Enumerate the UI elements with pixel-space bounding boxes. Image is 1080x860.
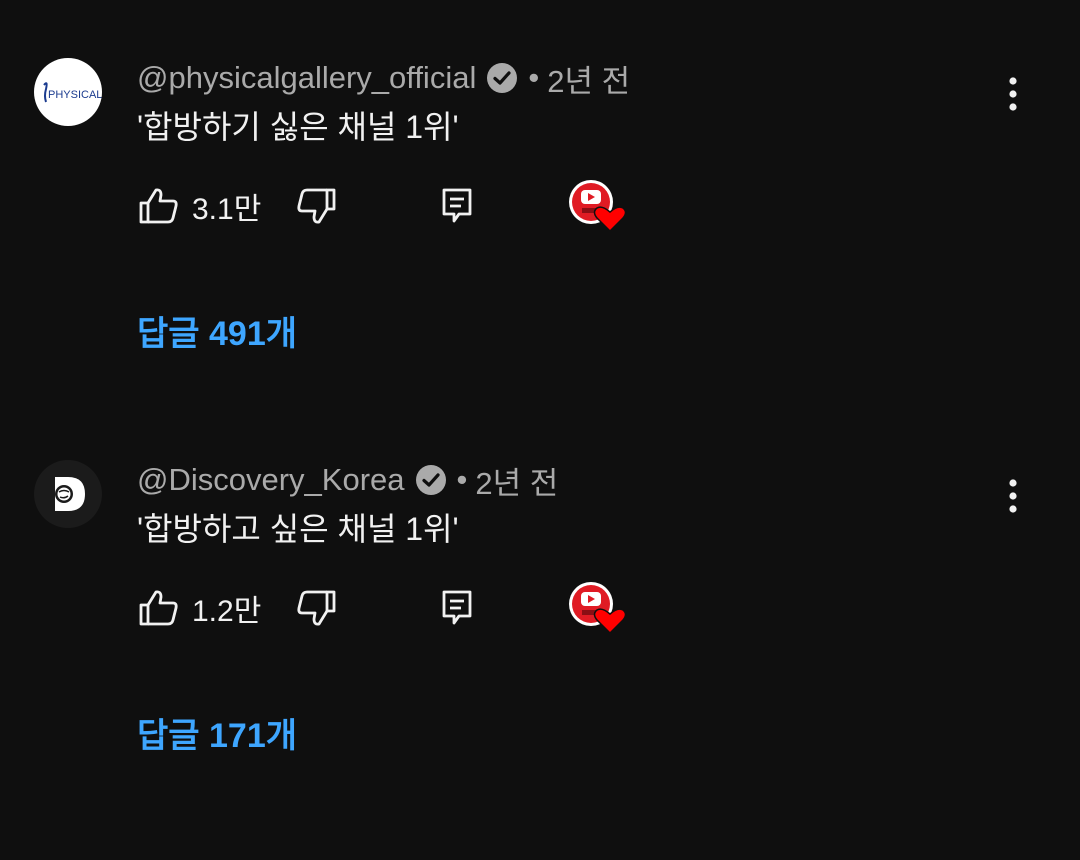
verified-check-icon xyxy=(486,62,518,94)
like-count: 3.1만 xyxy=(192,193,262,226)
discovery-logo: D xyxy=(34,460,85,511)
svg-text:D: D xyxy=(34,460,35,461)
thumbs-down-icon xyxy=(297,590,336,626)
comment-time[interactable]: 2년 전 xyxy=(547,56,630,101)
comment-thread: PHYSICAL @physicalgallery_official • 2년 … xyxy=(0,58,1080,458)
physical-gallery-logo: PHYSICAL xyxy=(43,82,102,103)
author-name[interactable]: @physicalgallery_official xyxy=(137,60,476,96)
more-vert-icon[interactable] xyxy=(996,72,1030,116)
more-vert-icon[interactable] xyxy=(996,474,1030,518)
reply-icon xyxy=(442,590,472,625)
verified-check-icon xyxy=(415,464,447,496)
author-name[interactable]: @Discovery_Korea xyxy=(137,462,405,498)
comment-text: '합방하고 싶은 채널 1위' xyxy=(137,511,459,547)
thumbs-down-icon xyxy=(297,188,336,224)
reply-icon xyxy=(442,188,472,223)
replies-button[interactable]: 답글 491개 xyxy=(137,306,297,355)
avatar[interactable]: D xyxy=(34,460,102,528)
like-count: 1.2만 xyxy=(192,595,262,628)
like-button[interactable] xyxy=(137,182,181,230)
comment-header: @Discovery_Korea • 2년 전 xyxy=(137,458,558,503)
reply-button[interactable] xyxy=(437,182,477,230)
svg-text:PHYSICAL: PHYSICAL xyxy=(48,89,102,101)
separator-dot: • xyxy=(528,60,540,95)
creator-heart-icon xyxy=(567,178,627,234)
comment-thread: D @Discovery_Korea • 2년 전 '합방하고 싶은 채널 1위… xyxy=(0,460,1080,860)
creator-heart-icon xyxy=(567,580,627,636)
separator-dot: • xyxy=(456,462,468,497)
thumbs-up-icon xyxy=(139,590,178,626)
comment-text: '합방하기 싫은 채널 1위' xyxy=(137,109,459,145)
replies-button[interactable]: 답글 171개 xyxy=(137,708,297,757)
comment-actions: 1.2만 xyxy=(137,582,657,635)
thumbs-up-icon xyxy=(139,188,178,224)
comment-header: @physicalgallery_official • 2년 전 xyxy=(137,56,630,101)
comment-actions: 3.1만 xyxy=(137,180,657,233)
reply-button[interactable] xyxy=(437,584,477,632)
dislike-button[interactable] xyxy=(294,182,338,230)
comment-time[interactable]: 2년 전 xyxy=(475,458,558,503)
avatar[interactable]: PHYSICAL xyxy=(34,58,102,126)
dislike-button[interactable] xyxy=(294,584,338,632)
like-button[interactable] xyxy=(137,584,181,632)
